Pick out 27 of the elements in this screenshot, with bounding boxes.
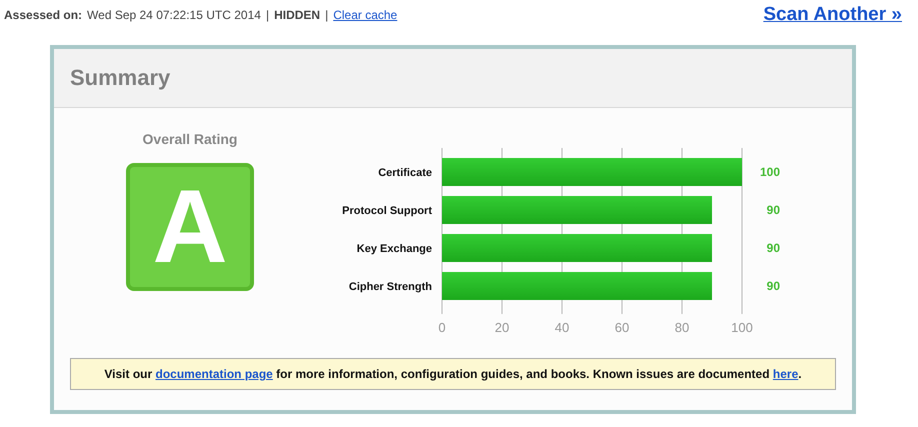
score-value: 90 bbox=[766, 279, 780, 293]
clear-cache-link[interactable]: Clear cache bbox=[333, 8, 398, 22]
documentation-link[interactable]: here bbox=[772, 367, 798, 381]
axis-tick-label: 40 bbox=[554, 320, 570, 335]
axis-tick-label: 0 bbox=[438, 320, 446, 335]
category-label: Certificate bbox=[378, 167, 432, 179]
hidden-label: HIDDEN bbox=[274, 8, 320, 22]
grade-badge: A bbox=[126, 163, 254, 291]
axis-tick-label: 100 bbox=[731, 320, 753, 335]
documentation-notice: Visit our documentation page for more information, configuration guides, and books. Known issues are documented here. bbox=[70, 358, 836, 390]
axis-tick-label: 20 bbox=[494, 320, 510, 335]
axis-tick-label: 60 bbox=[614, 320, 630, 335]
category-label: Protocol Support bbox=[342, 205, 432, 217]
overall-rating-label: Overall Rating bbox=[142, 131, 238, 147]
documentation-link[interactable]: documentation page bbox=[156, 367, 273, 381]
assessed-label: Assessed on: bbox=[4, 8, 82, 22]
score-value: 100 bbox=[760, 165, 780, 179]
summary-title: Summary bbox=[70, 65, 170, 91]
category-label: Key Exchange bbox=[356, 243, 432, 255]
separator: | bbox=[325, 8, 328, 22]
score-value: 90 bbox=[766, 241, 780, 255]
score-value: 90 bbox=[766, 203, 780, 217]
category-label: Cipher Strength bbox=[348, 281, 432, 293]
scan-another-link[interactable]: Scan Another » bbox=[763, 4, 902, 26]
separator: | bbox=[266, 8, 270, 22]
axis-tick-label: 80 bbox=[674, 320, 690, 335]
assessed-date: Wed Sep 24 07:22:15 UTC 2014 bbox=[87, 8, 261, 22]
